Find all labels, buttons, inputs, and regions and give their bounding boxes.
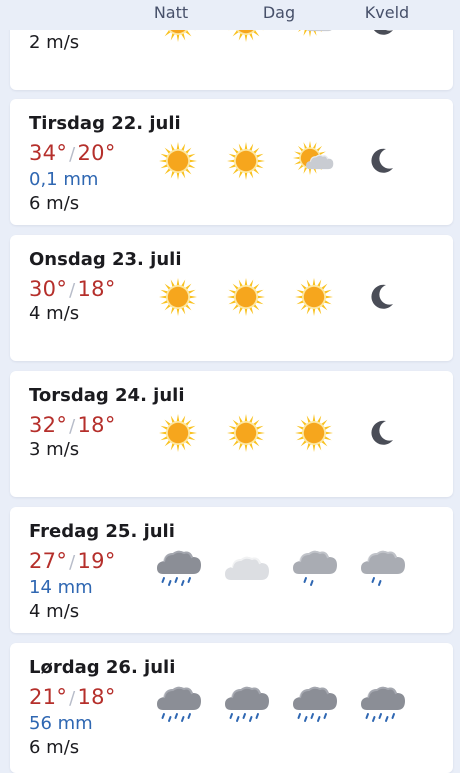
moon-icon: [359, 410, 405, 456]
rain-icon: [155, 682, 201, 728]
wind-speed: 3 m/s: [29, 439, 80, 460]
temp-high: 30°: [29, 277, 68, 301]
temperature-range: 27°/19°: [29, 549, 116, 573]
cloud-icon: [223, 546, 269, 592]
day-title: Lørdag 26. juli: [29, 657, 176, 678]
temp-high: 27°: [29, 549, 68, 573]
temp-low: 19°: [77, 549, 116, 573]
sun-icon: [223, 138, 269, 184]
column-label-night: Natt: [153, 3, 189, 22]
precipitation: 0,1 mm: [29, 169, 99, 190]
day-card[interactable]: Tirsdag 22. juli 34°/20° 0,1 mm 6 m/s: [10, 99, 453, 225]
sun-icon: [223, 410, 269, 456]
temperature-range: 34°/20°: [29, 141, 116, 165]
column-label-evening: Kveld: [364, 3, 410, 22]
day-card[interactable]: Fredag 25. juli 27°/19° 14 mm 4 m/s: [10, 507, 453, 633]
day-title: Tirsdag 22. juli: [29, 113, 181, 134]
temp-high: 21°: [29, 685, 68, 709]
sun-icon: [291, 410, 337, 456]
moon-icon: [359, 138, 405, 184]
day-title: Torsdag 24. juli: [29, 385, 185, 406]
light-rain-icon: [291, 546, 337, 592]
rain-icon: [359, 682, 405, 728]
rain-icon: [291, 682, 337, 728]
light-rain-icon: [359, 546, 405, 592]
rain-icon: [155, 546, 201, 592]
column-header: Natt Dag Kveld: [0, 0, 460, 30]
day-card[interactable]: Torsdag 24. juli 32°/18° 3 m/s: [10, 371, 453, 497]
sun-icon: [155, 410, 201, 456]
wind-speed: 4 m/s: [29, 601, 80, 622]
sun-icon: [223, 274, 269, 320]
wind-speed: 4 m/s: [29, 303, 80, 324]
column-label-day: Dag: [262, 3, 296, 22]
temp-low: 20°: [77, 141, 116, 165]
temp-low: 18°: [77, 685, 116, 709]
temp-high: 32°: [29, 413, 68, 437]
wind-speed: 2 m/s: [29, 32, 80, 53]
sun-icon: [155, 274, 201, 320]
day-title: Fredag 25. juli: [29, 521, 175, 542]
wind-speed: 6 m/s: [29, 193, 80, 214]
precipitation: 56 mm: [29, 713, 93, 734]
sun-icon: [291, 274, 337, 320]
precipitation: 14 mm: [29, 577, 93, 598]
day-title: Onsdag 23. juli: [29, 249, 182, 270]
temp-low: 18°: [77, 413, 116, 437]
wind-speed: 6 m/s: [29, 737, 80, 758]
moon-icon: [359, 274, 405, 320]
temperature-range: 32°/18°: [29, 413, 116, 437]
temp-low: 18°: [77, 277, 116, 301]
rain-icon: [223, 682, 269, 728]
temperature-range: 21°/18°: [29, 685, 116, 709]
sun-icon: [155, 138, 201, 184]
day-card[interactable]: Onsdag 23. juli 30°/18° 4 m/s: [10, 235, 453, 361]
day-card[interactable]: Lørdag 26. juli 21°/18° 56 mm 6 m/s: [10, 643, 453, 773]
partly-cloudy-icon: [291, 138, 337, 184]
temp-high: 34°: [29, 141, 68, 165]
temperature-range: 30°/18°: [29, 277, 116, 301]
